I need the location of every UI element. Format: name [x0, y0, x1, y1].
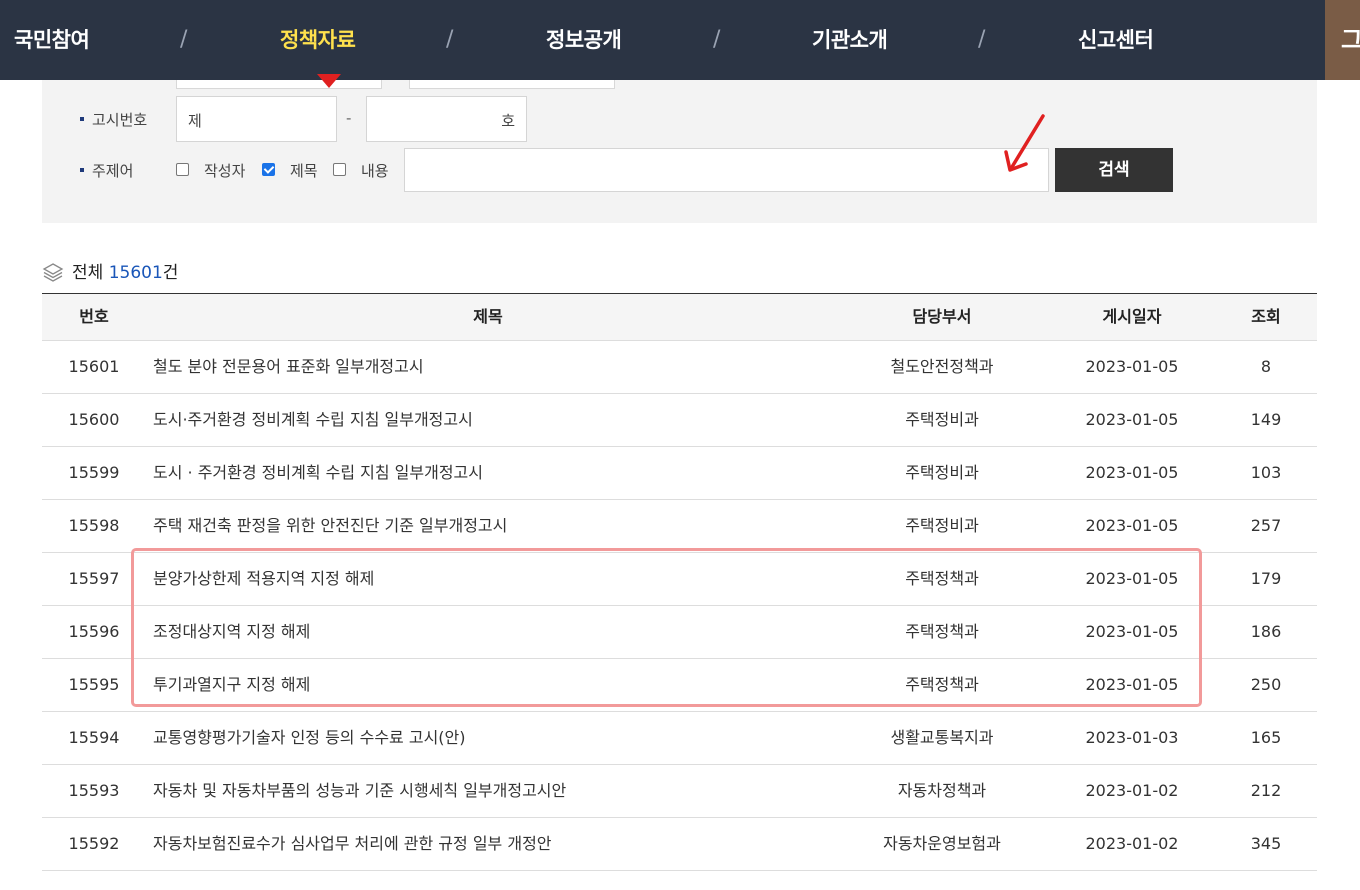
header-date: 게시일자	[1102, 307, 1162, 326]
nav-separator: /	[446, 27, 454, 52]
table-row: 15592 자동차보험진료수가 심사업무 처리에 관한 규정 일부 개정안 자동…	[42, 818, 1317, 871]
nav-item-about[interactable]: 기관소개	[812, 0, 888, 80]
table-row: 15600 도시·주거환경 정비계획 수립 지침 일부개정고시 주택정비과 20…	[42, 394, 1317, 447]
red-arrow-annotation-icon	[1004, 114, 1045, 172]
row-title-link[interactable]: 교통영향평가기술자 인정 등의 수수료 고시(안)	[153, 712, 853, 764]
row-number: 15593	[68, 781, 120, 800]
row-department: 자동차운영보험과	[883, 834, 1001, 853]
row-number: 15600	[68, 410, 120, 429]
header-department: 담당부서	[912, 307, 972, 326]
search-button[interactable]: 검색	[1055, 148, 1173, 192]
table-row: 15601 철도 분야 전문용어 표준화 일부개정고시 철도안전정책과 2023…	[42, 341, 1317, 394]
header-views: 조회	[1251, 307, 1281, 326]
nav-separator: /	[978, 27, 986, 52]
notice-dash: -	[346, 109, 352, 127]
notice-number-field[interactable]: 제	[176, 96, 337, 142]
row-date: 2023-01-02	[1085, 834, 1179, 853]
row-views: 8	[1260, 357, 1272, 376]
row-views: 179	[1250, 569, 1282, 588]
checkbox-content[interactable]	[333, 163, 346, 176]
notice-suffix-field[interactable]: 호	[366, 96, 527, 142]
nav-item-participation[interactable]: 국민참여	[14, 0, 90, 80]
row-views: 212	[1250, 781, 1282, 800]
notice-suffix: 호	[501, 112, 515, 130]
row-number: 15592	[68, 834, 120, 853]
table-row: 15598 주택 재건축 판정을 위한 안전진단 기준 일부개정고시 주택정비과…	[42, 500, 1317, 553]
keyword-search-text[interactable]	[405, 149, 1045, 189]
row-title-link[interactable]: 자동차 및 자동차부품의 성능과 기준 시행세칙 일부개정고시안	[153, 765, 853, 817]
side-menu-label: 그	[1341, 26, 1360, 54]
active-nav-pointer-icon	[317, 74, 341, 88]
row-department: 주택정비과	[905, 463, 979, 482]
row-title-link[interactable]: 도시·주거환경 정비계획 수립 지침 일부개정고시	[153, 394, 853, 446]
row-views: 149	[1250, 410, 1282, 429]
row-department: 주택정비과	[905, 516, 979, 535]
checkbox-title-label: 제목	[290, 162, 318, 180]
row-department: 생활교통복지과	[890, 728, 994, 747]
table-row: 15599 도시 · 주거환경 정비계획 수립 지침 일부개정고시 주택정비과 …	[42, 447, 1317, 500]
total-suffix: 건	[162, 263, 179, 283]
nav-separator: /	[180, 27, 188, 52]
row-views: 345	[1250, 834, 1282, 853]
checkbox-author-label: 작성자	[204, 162, 246, 180]
row-title-link[interactable]: 도시 · 주거환경 정비계획 수립 지침 일부개정고시	[153, 447, 853, 499]
row-title-link[interactable]: 주택 재건축 판정을 위한 안전진단 기준 일부개정고시	[153, 500, 853, 552]
row-views: 103	[1250, 463, 1282, 482]
notice-prefix: 제	[188, 112, 202, 130]
row-number: 15594	[68, 728, 120, 747]
row-views: 257	[1250, 516, 1282, 535]
bullet-icon	[80, 117, 84, 121]
row-department: 철도안전정책과	[890, 357, 994, 376]
row-date: 2023-01-05	[1085, 463, 1179, 482]
stack-layers-icon	[42, 263, 64, 282]
keyword-label: 주제어	[92, 162, 134, 180]
row-date: 2023-01-05	[1085, 516, 1179, 535]
total-number: 15601	[108, 263, 163, 283]
date-start-field[interactable]	[176, 80, 382, 89]
row-date: 2023-01-05	[1085, 357, 1179, 376]
total-prefix: 전체	[72, 263, 104, 283]
nav-item-report-center[interactable]: 신고센터	[1078, 0, 1154, 80]
row-title-link[interactable]: 자동차보험진료수가 심사업무 처리에 관한 규정 일부 개정안	[153, 818, 853, 870]
table-row: 15593 자동차 및 자동차부품의 성능과 기준 시행세칙 일부개정고시안 자…	[42, 765, 1317, 818]
row-views: 186	[1250, 622, 1282, 641]
row-title-link[interactable]: 철도 분야 전문용어 표준화 일부개정고시	[153, 341, 853, 393]
row-department: 주택정비과	[905, 410, 979, 429]
highlight-annotation-box	[131, 548, 1202, 707]
row-date: 2023-01-05	[1085, 410, 1179, 429]
notice-number-label: 고시번호	[92, 111, 148, 129]
header-title: 제목	[473, 307, 503, 326]
checkbox-content-label: 내용	[361, 162, 389, 180]
row-date: 2023-01-03	[1085, 728, 1179, 747]
date-end-field[interactable]	[409, 80, 615, 89]
nav-item-policy-data[interactable]: 정책자료	[280, 0, 356, 80]
checkbox-author[interactable]	[176, 163, 189, 176]
nav-item-info-disclosure[interactable]: 정보공개	[546, 0, 622, 80]
row-number: 15598	[68, 516, 120, 535]
side-menu-button[interactable]: 그	[1325, 0, 1360, 80]
row-department: 자동차정책과	[897, 781, 987, 800]
table-header: 번호 제목 담당부서 게시일자 조회	[42, 294, 1317, 341]
bullet-icon	[80, 168, 84, 172]
row-views: 250	[1250, 675, 1282, 694]
row-date: 2023-01-02	[1085, 781, 1179, 800]
table-row: 15594 교통영향평가기술자 인정 등의 수수료 고시(안) 생활교통복지과 …	[42, 712, 1317, 765]
row-views: 165	[1250, 728, 1282, 747]
row-number: 15599	[68, 463, 120, 482]
row-number: 15601	[68, 357, 120, 376]
total-count: 전체 15601건	[72, 258, 178, 283]
checkbox-title[interactable]	[262, 163, 275, 176]
keyword-search-input[interactable]	[404, 148, 1049, 192]
nav-separator: /	[713, 27, 721, 52]
top-navigation: 국민참여 / 정책자료 / 정보공개 / 기관소개 / 신고센터 그	[0, 0, 1360, 80]
